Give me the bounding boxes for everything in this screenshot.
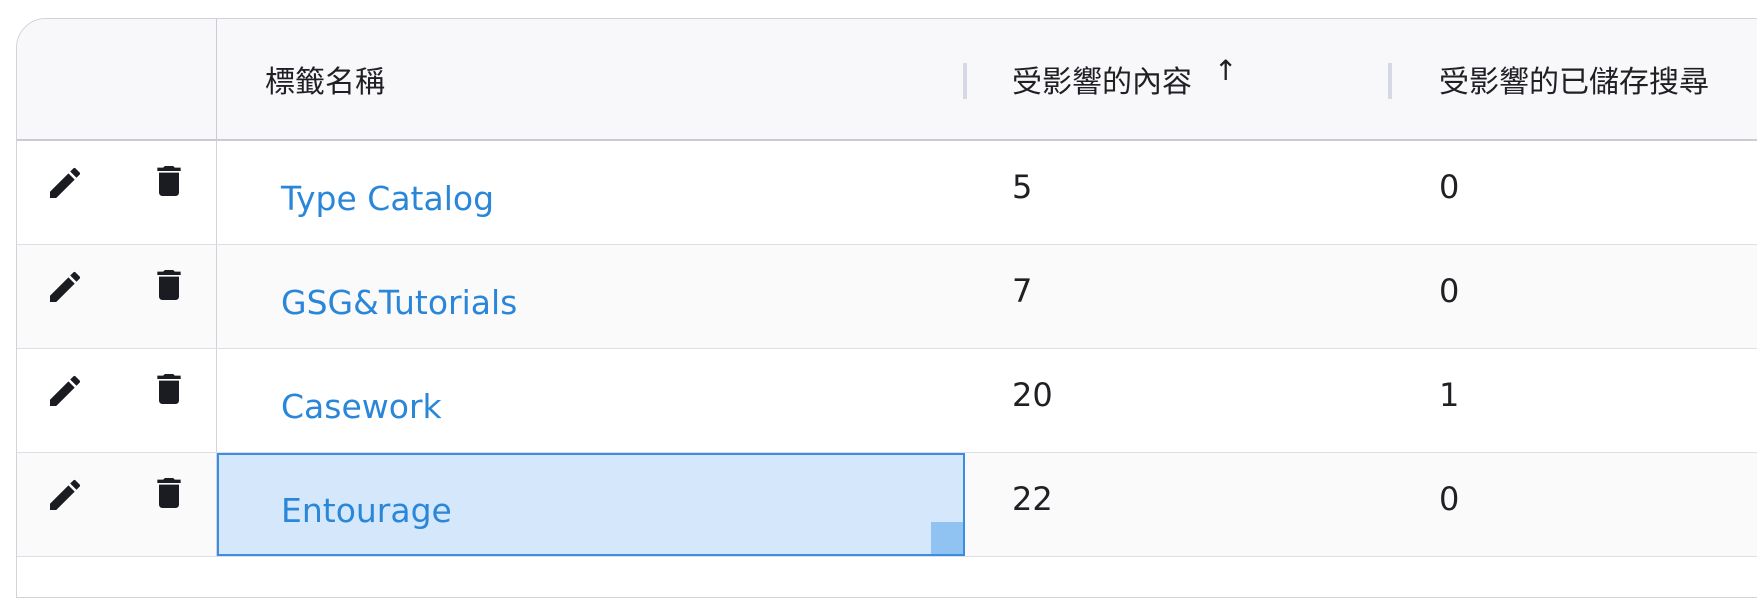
trash-icon[interactable]: [149, 265, 189, 305]
table-row: Casework 20 1: [17, 349, 1757, 453]
column-header-affected-saved-searches-label: 受影響的已儲存搜尋: [1439, 65, 1709, 100]
trash-icon[interactable]: [149, 473, 189, 513]
column-header-affected-saved-searches[interactable]: 受影響的已儲存搜尋: [1439, 19, 1709, 139]
tag-name-link[interactable]: Type Catalog: [281, 147, 494, 250]
column-header-affected-content-label: 受影響的內容: [1012, 65, 1192, 100]
affected-content-count: 5: [1012, 167, 1033, 206]
row-actions: [17, 141, 217, 244]
pencil-icon[interactable]: [45, 475, 85, 515]
sort-ascending-icon[interactable]: ↑: [1214, 57, 1237, 85]
column-header-tag-name-label: 標籤名稱: [265, 65, 385, 100]
fill-handle[interactable]: [931, 522, 963, 554]
header-actions-cell: [17, 19, 217, 139]
column-header-tag-name[interactable]: 標籤名稱: [265, 19, 385, 139]
row-actions: [17, 349, 217, 452]
row-actions: [17, 453, 217, 556]
tags-grid: 標籤名稱 受影響的內容 ↑ 受影響的已儲存搜尋 Type Catalog 5 0: [16, 18, 1757, 598]
tag-name-link[interactable]: Entourage: [281, 459, 452, 562]
row-actions: [17, 245, 217, 348]
column-header-affected-content[interactable]: 受影響的內容 ↑: [1012, 19, 1237, 139]
affected-saved-searches-count: 0: [1439, 271, 1460, 310]
column-resize-handle[interactable]: [1388, 63, 1392, 99]
affected-content-count: 22: [1012, 479, 1053, 518]
tag-name-link[interactable]: Casework: [281, 355, 442, 458]
pencil-icon[interactable]: [45, 267, 85, 307]
trash-icon[interactable]: [149, 161, 189, 201]
tag-name-link[interactable]: GSG&Tutorials: [281, 251, 517, 354]
column-resize-handle[interactable]: [963, 63, 967, 99]
pencil-icon[interactable]: [45, 371, 85, 411]
table-row: GSG&Tutorials 7 0: [17, 245, 1757, 349]
affected-saved-searches-count: 1: [1439, 375, 1460, 414]
affected-content-count: 7: [1012, 271, 1033, 310]
trash-icon[interactable]: [149, 369, 189, 409]
affected-saved-searches-count: 0: [1439, 167, 1460, 206]
grid-header: 標籤名稱 受影響的內容 ↑ 受影響的已儲存搜尋: [17, 19, 1757, 141]
pencil-icon[interactable]: [45, 163, 85, 203]
table-row-selected: Entourage 22 0: [17, 453, 1757, 557]
table-row: Type Catalog 5 0: [17, 141, 1757, 245]
affected-saved-searches-count: 0: [1439, 479, 1460, 518]
affected-content-count: 20: [1012, 375, 1053, 414]
